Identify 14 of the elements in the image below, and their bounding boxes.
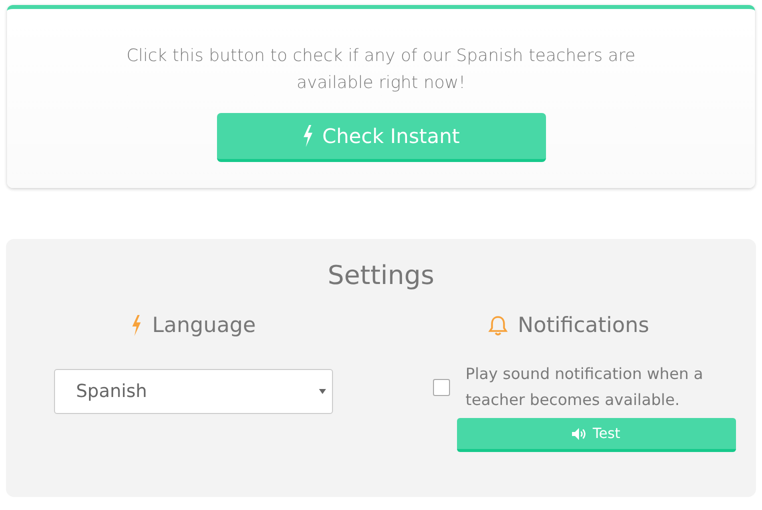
test-button[interactable]: Test — [456, 418, 736, 452]
instant-message: Click this button to check if any of our Spanish teachers are available right now! — [126, 45, 636, 95]
bolt-icon — [302, 125, 314, 147]
bolt-icon — [131, 314, 142, 336]
speaker-icon — [572, 428, 587, 440]
check-instant-button[interactable]: Check Instant — [216, 113, 546, 162]
caret-icon — [319, 389, 326, 394]
settings-title: Settings — [328, 261, 434, 291]
notifications-heading: Notifications — [518, 313, 650, 337]
bell-icon — [488, 314, 508, 336]
sound-notification-label: Play sound notification when a teacher becomes available. — [466, 364, 704, 411]
language-heading: Language — [152, 313, 256, 337]
language-select[interactable]: Spanish — [54, 369, 333, 414]
sound-checkbox[interactable] — [432, 378, 450, 396]
